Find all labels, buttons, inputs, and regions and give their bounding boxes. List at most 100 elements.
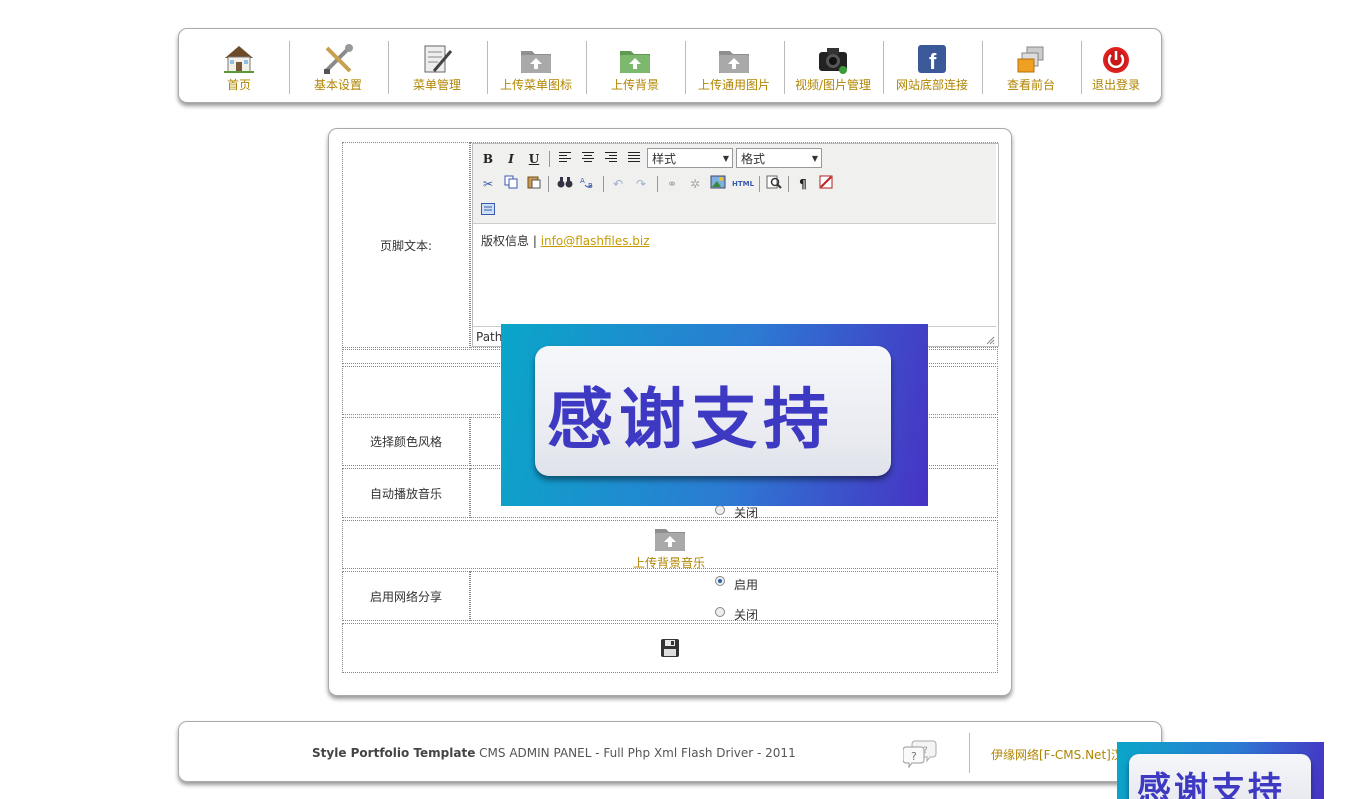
nav-menu-management[interactable]: 菜单管理 <box>388 39 486 95</box>
resize-handle-icon[interactable] <box>985 335 995 345</box>
nav-view-frontend-label: 查看前台 <box>1006 78 1055 92</box>
image-icon[interactable] <box>709 175 727 193</box>
bold-button[interactable]: B <box>479 150 497 168</box>
find-icon[interactable] <box>556 175 574 193</box>
facebook-icon: f <box>915 43 949 75</box>
nav-basic-settings[interactable]: 基本设置 <box>289 39 387 95</box>
nav-upload-menu-icon-label: 上传菜单图标 <box>499 78 572 92</box>
share-on-label: 启用 <box>734 578 759 592</box>
svg-text:?: ? <box>923 746 928 756</box>
nav-basic-settings-label: 基本设置 <box>313 78 362 92</box>
align-justify-icon[interactable] <box>625 150 643 168</box>
copy-icon[interactable] <box>502 175 520 193</box>
toolbar-divider <box>548 176 549 192</box>
footer-text-label-cell: 页脚文本: <box>342 142 470 348</box>
path-label: Path <box>476 330 503 344</box>
html-source-button[interactable]: HTML <box>731 175 755 193</box>
thanks-banner-small[interactable]: 感谢支持 <box>1117 742 1324 799</box>
windows-icon <box>1014 43 1048 75</box>
save-button[interactable] <box>660 638 680 658</box>
undo-icon[interactable]: ↶ <box>609 175 627 193</box>
nav-site-footer-links-label: 网站底部连接 <box>895 78 968 92</box>
share-label: 启用网络分享 <box>369 589 442 604</box>
autoplay-label: 自动播放音乐 <box>369 486 442 501</box>
share-on-radio[interactable] <box>715 576 725 586</box>
redo-icon[interactable]: ↷ <box>632 175 650 193</box>
email-link[interactable]: info@flashfiles.biz <box>541 234 650 248</box>
paste-icon[interactable] <box>525 175 543 193</box>
autoplay-label-cell: 自动播放音乐 <box>342 468 470 518</box>
nav-logout[interactable]: 退出登录 <box>1067 39 1165 95</box>
editor-toolbar: B I U 样式 ▼ 格式 ▼ ✂ AB ↶ ↷ ⚭ ✲ HTML ¶ <box>473 144 996 224</box>
footer-tagline: CMS ADMIN PANEL - Full Php Xml Flash Dri… <box>475 746 796 760</box>
svg-text:f: f <box>929 49 937 74</box>
toolbar-divider <box>549 151 550 167</box>
style-select[interactable]: 样式 ▼ <box>647 148 733 168</box>
edit-document-icon <box>420 43 454 75</box>
nav-video-image-management-label: 视频/图片管理 <box>794 78 872 92</box>
power-icon <box>1099 43 1133 75</box>
svg-text:A: A <box>580 177 585 185</box>
format-select[interactable]: 格式 ▼ <box>736 148 822 168</box>
floppy-disk-icon <box>661 639 679 657</box>
replace-icon[interactable]: AB <box>579 175 597 193</box>
nav-upload-background[interactable]: 上传背景 <box>586 39 684 95</box>
nav-upload-background-label: 上传背景 <box>610 78 659 92</box>
upload-folder-green-icon <box>618 43 652 75</box>
nav-home[interactable]: 首页 <box>190 39 288 95</box>
footer-copyright: Style Portfolio Template CMS ADMIN PANEL… <box>312 746 796 760</box>
toolbar-divider <box>788 176 789 192</box>
unlink-icon[interactable]: ✲ <box>686 175 704 193</box>
chevron-down-icon: ▼ <box>811 154 818 163</box>
nav-view-frontend[interactable]: 查看前台 <box>982 39 1080 95</box>
footer-brand: Style Portfolio Template <box>312 746 476 760</box>
color-style-label: 选择颜色风格 <box>369 435 442 449</box>
upload-folder-icon <box>717 43 751 75</box>
upload-music-link[interactable]: 上传背景音乐 <box>633 554 705 571</box>
share-off-label: 关闭 <box>734 608 759 622</box>
thanks-banner[interactable]: 感谢支持 <box>501 324 928 506</box>
banner-text: 感谢支持 <box>547 381 835 458</box>
nav-logout-label: 退出登录 <box>1091 78 1140 92</box>
nav-video-image-management[interactable]: 视频/图片管理 <box>784 39 882 95</box>
tools-icon <box>321 43 355 75</box>
share-label-cell: 启用网络分享 <box>342 571 470 621</box>
upload-folder-icon <box>519 43 553 75</box>
toolbar-divider <box>759 176 760 192</box>
underline-button[interactable]: U <box>525 150 543 168</box>
remove-format-icon[interactable] <box>817 175 835 193</box>
show-blocks-button[interactable]: ¶ <box>794 175 812 193</box>
align-center-icon[interactable] <box>579 150 597 168</box>
link-icon[interactable]: ⚭ <box>663 175 681 193</box>
copyright-text: 版权信息 | <box>481 234 541 248</box>
italic-button[interactable]: I <box>502 150 520 168</box>
preview-icon[interactable] <box>765 175 783 193</box>
format-select-value: 格式 <box>741 152 766 166</box>
share-off-radio[interactable] <box>715 607 725 617</box>
upload-music-icon[interactable] <box>652 523 688 553</box>
nav-site-footer-links[interactable]: f 网站底部连接 <box>883 39 981 95</box>
style-select-value: 样式 <box>652 152 677 166</box>
editor-content[interactable]: 版权信息 | info@flashfiles.biz <box>481 232 650 249</box>
color-style-label-cell: 选择颜色风格 <box>342 417 470 466</box>
toolbar-divider <box>603 176 604 192</box>
svg-text:?: ? <box>911 750 917 763</box>
page-footer: Style Portfolio Template CMS ADMIN PANEL… <box>178 721 1162 782</box>
banner-text: 感谢支持 <box>1137 770 1285 799</box>
top-navigation: 首页 基本设置 菜单管理 上传菜单图标 上传背景 上传通用图片 视频/图片管理 … <box>178 28 1162 103</box>
svg-text:B: B <box>588 182 593 189</box>
house-icon <box>222 43 256 75</box>
help-chat-icon[interactable]: ?? <box>902 738 937 769</box>
nav-upload-general-images[interactable]: 上传通用图片 <box>685 39 783 95</box>
fullscreen-icon[interactable] <box>479 202 497 220</box>
autoplay-off-radio[interactable] <box>715 505 725 515</box>
nav-home-label: 首页 <box>226 78 251 92</box>
toolbar-divider <box>657 176 658 192</box>
align-right-icon[interactable] <box>602 150 620 168</box>
footer-credit-link[interactable]: 伊缘网络[F-CMS.Net]汉 <box>991 746 1123 763</box>
nav-upload-menu-icon[interactable]: 上传菜单图标 <box>487 39 585 95</box>
cut-icon[interactable]: ✂ <box>479 175 497 193</box>
align-left-icon[interactable] <box>556 150 574 168</box>
autoplay-off-label: 关闭 <box>734 506 759 520</box>
rich-text-editor: B I U 样式 ▼ 格式 ▼ ✂ AB ↶ ↷ ⚭ ✲ HTML ¶ 版权信息 |… <box>472 143 999 347</box>
